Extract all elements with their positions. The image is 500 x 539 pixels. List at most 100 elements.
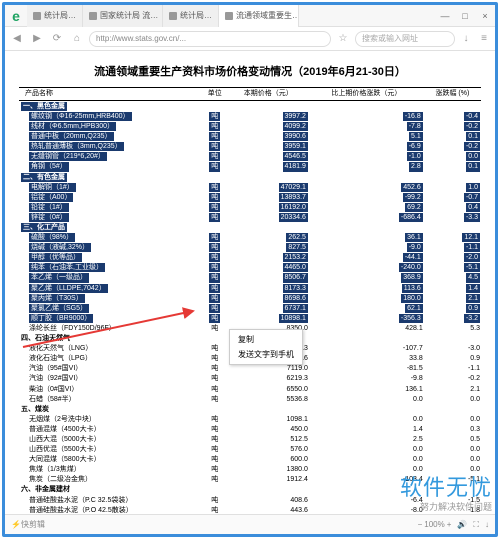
table-cell: 吨 bbox=[202, 202, 228, 212]
table-row: 螺纹钢（Φ16-25mm,HRB400）吨3997.2-16.8-0.4 bbox=[19, 111, 481, 121]
table-cell: 0.9 bbox=[424, 354, 481, 364]
download-status-icon[interactable]: ↓ bbox=[485, 520, 489, 529]
table-row: 大同混煤（5800大卡）吨600.00.00.0 bbox=[19, 455, 481, 465]
table-cell: 无烟煤（2号洗中块） bbox=[19, 414, 202, 424]
table-cell: 1.4 bbox=[424, 283, 481, 293]
table-row: 甲醇（优等品）吨2153.2-44.1-2.0 bbox=[19, 253, 481, 263]
table-cell: 8173.3 bbox=[228, 283, 309, 293]
zoom-out-icon[interactable]: − bbox=[418, 520, 423, 529]
table-cell: 吨 bbox=[202, 394, 228, 404]
table-row: 苯乙烯（一级品）吨8506.7368.94.5 bbox=[19, 273, 481, 283]
table-cell: -5.1 bbox=[424, 263, 481, 273]
tab-2[interactable]: 国家统计局 流… bbox=[83, 5, 163, 27]
table-cell: 0.0 bbox=[424, 394, 481, 404]
table-cell: 吨 bbox=[202, 111, 228, 121]
window-minimize[interactable]: — bbox=[435, 6, 455, 26]
table-cell: 2.5 bbox=[309, 434, 424, 444]
table-cell: -0.2 bbox=[424, 374, 481, 384]
fullscreen-icon[interactable]: ⛶ bbox=[473, 520, 479, 530]
table-cell: 普通硅酸盐水泥（P.C 32.5袋装） bbox=[19, 495, 202, 505]
table-cell: 吨 bbox=[202, 293, 228, 303]
table-cell: 吨 bbox=[202, 132, 228, 142]
table-cell: 452.6 bbox=[309, 182, 424, 192]
table-row: 无缝钢管（219*6,20#）吨4546.5-1.00.0 bbox=[19, 152, 481, 162]
table-cell: 408.6 bbox=[228, 495, 309, 505]
table-cell: 大同混煤（5800大卡） bbox=[19, 455, 202, 465]
table-cell: 16192.0 bbox=[228, 202, 309, 212]
table-cell: 硫酸（98%） bbox=[19, 233, 202, 243]
status-mode[interactable]: ⚡快剪辑 bbox=[11, 519, 45, 530]
context-menu[interactable]: 复制 发送文字到手机 bbox=[229, 329, 303, 365]
table-cell: 0.1 bbox=[424, 162, 481, 172]
table-cell: 吨 bbox=[202, 192, 228, 202]
table-cell: 吨 bbox=[202, 263, 228, 273]
table-cell: 600.0 bbox=[228, 455, 309, 465]
table-cell: 液化天然气（LNG） bbox=[19, 344, 202, 354]
category-row: 三、化工产品 bbox=[19, 223, 481, 233]
table-cell: 焦炭（二级冶金焦） bbox=[19, 475, 202, 485]
table-cell: 8506.7 bbox=[228, 273, 309, 283]
nav-reload-icon[interactable]: ⟳ bbox=[49, 31, 65, 47]
table-cell: 443.6 bbox=[228, 505, 309, 514]
table-cell: 吨 bbox=[202, 445, 228, 455]
table-cell: 13893.7 bbox=[228, 192, 309, 202]
zoom-level: 100% bbox=[424, 520, 444, 529]
context-send-to-phone[interactable]: 发送文字到手机 bbox=[230, 347, 302, 362]
tab-4[interactable]: 流通领域重要生… bbox=[219, 5, 299, 27]
table-cell: -0.4 bbox=[424, 111, 481, 121]
table-cell: 2.1 bbox=[424, 384, 481, 394]
table-cell: 吨 bbox=[202, 374, 228, 384]
table-cell: -9.0 bbox=[309, 243, 424, 253]
context-copy[interactable]: 复制 bbox=[230, 332, 302, 347]
table-cell: 6219.3 bbox=[228, 374, 309, 384]
table-cell: 线材（Φ6.5mm,HPB300） bbox=[19, 122, 202, 132]
table-cell: 石蜡（58#半） bbox=[19, 394, 202, 404]
tab-3[interactable]: 统计局… bbox=[163, 5, 219, 27]
table-row: 聚乙烯（LLDPE,7042）吨8173.3113.61.4 bbox=[19, 283, 481, 293]
nav-home-icon[interactable]: ⌂ bbox=[69, 31, 85, 47]
table-cell: 螺纹钢（Φ16-25mm,HRB400） bbox=[19, 111, 202, 121]
table-cell: 0.3 bbox=[424, 424, 481, 434]
table-row: 顺丁胶（BR9000）吨10898.1-356.3-3.2 bbox=[19, 313, 481, 323]
table-cell: -1.0 bbox=[309, 152, 424, 162]
table-cell: 热轧普通薄板（3mm,Q235） bbox=[19, 142, 202, 152]
star-icon[interactable]: ☆ bbox=[335, 31, 351, 47]
table-cell: -3.2 bbox=[424, 313, 481, 323]
table-cell: 吨 bbox=[202, 182, 228, 192]
window-close[interactable]: × bbox=[475, 6, 495, 26]
table-cell: 吨 bbox=[202, 122, 228, 132]
table-cell: 4465.0 bbox=[228, 263, 309, 273]
table-cell: 汽油（95#国VI） bbox=[19, 364, 202, 374]
table-cell: 烧碱（液碱,32%） bbox=[19, 243, 202, 253]
zoom-in-icon[interactable]: + bbox=[447, 520, 452, 529]
sound-icon[interactable]: 🔊 bbox=[457, 520, 467, 529]
table-row: 硫酸（98%）吨262.536.112.1 bbox=[19, 233, 481, 243]
table-cell: 1912.4 bbox=[228, 475, 309, 485]
table-cell: -3.3 bbox=[424, 212, 481, 222]
menu-icon[interactable]: ≡ bbox=[477, 32, 491, 46]
table-cell: -44.1 bbox=[309, 253, 424, 263]
url-input[interactable]: http://www.stats.gov.cn/... bbox=[89, 31, 331, 47]
status-bar: ⚡快剪辑 − 100% + 🔊 ⛶ ↓ bbox=[5, 514, 495, 534]
table-cell: 吨 bbox=[202, 313, 228, 323]
table-cell: -99.2 bbox=[309, 192, 424, 202]
nav-back-icon[interactable]: ◀ bbox=[9, 31, 25, 47]
table-row: 石蜡（58#半）吨5536.80.00.0 bbox=[19, 394, 481, 404]
window-maximize[interactable]: □ bbox=[455, 6, 475, 26]
table-cell: 山西大混（5000大卡） bbox=[19, 434, 202, 444]
table-cell: 吨 bbox=[202, 344, 228, 354]
download-icon[interactable]: ↓ bbox=[459, 32, 473, 46]
tab-1[interactable]: 统计局… bbox=[27, 5, 83, 27]
table-cell: 4181.9 bbox=[228, 162, 309, 172]
table-cell: 吨 bbox=[202, 303, 228, 313]
watermark-title: 软件无忧 bbox=[400, 470, 492, 502]
table-cell: -6.9 bbox=[309, 142, 424, 152]
table-cell: 聚丙烯（T30S） bbox=[19, 293, 202, 303]
search-input[interactable]: 搜索或输入网址 bbox=[355, 31, 455, 47]
table-cell: 5.1 bbox=[309, 132, 424, 142]
table-cell: -9.8 bbox=[309, 374, 424, 384]
table-cell: 吨 bbox=[202, 495, 228, 505]
table-cell: 0.9 bbox=[424, 303, 481, 313]
table-cell: 12.1 bbox=[424, 233, 481, 243]
nav-forward-icon[interactable]: ▶ bbox=[29, 31, 45, 47]
